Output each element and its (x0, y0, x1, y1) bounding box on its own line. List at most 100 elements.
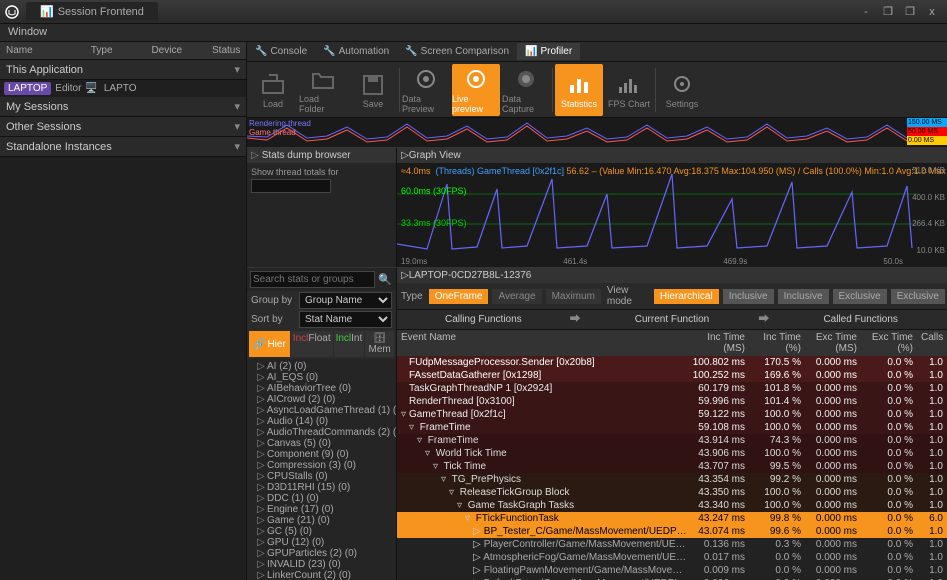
tree-item[interactable]: ▷AI_EQS (0) (249, 372, 394, 383)
maximize-button[interactable]: ❐ (878, 4, 898, 20)
col-current: Current Function (586, 310, 759, 329)
table-row[interactable]: FAssetDataGatherer [0x1298]100.252 ms169… (397, 369, 947, 382)
table-row[interactable]: ▿ FTickFunctionTask43.247 ms99.8 %0.000 … (397, 512, 947, 525)
wrench-icon: 🔧 (323, 46, 335, 57)
timeline-legend: 150.00 MS50.00 MS0.00 MS (907, 118, 947, 146)
toolbar: Load Load Folder Save Data Preview Live … (247, 62, 947, 118)
tree-item[interactable]: ▷CPUStalls (0) (249, 471, 394, 482)
tree-item[interactable]: ▷AICrowd (2) (0) (249, 394, 394, 405)
table-row[interactable]: ▿ TG_PrePhysics43.354 ms99.2 %0.000 ms0.… (397, 473, 947, 486)
app-laptop-badge: LAPTOP (4, 82, 51, 95)
tab-console[interactable]: 🔧Console (247, 43, 315, 60)
btn-average[interactable]: Average (492, 289, 541, 304)
ms-label: ≈4.0ms (401, 166, 430, 176)
ue-logo (4, 4, 20, 20)
tree-item[interactable]: ▷LinkerCount (2) (0) (249, 570, 394, 580)
btn-float[interactable]: InclFloat (291, 331, 333, 357)
tool-livepreview[interactable]: Live preview (452, 64, 500, 116)
my-sessions[interactable]: My Sessions▾ (0, 97, 246, 117)
wrench-icon: 🔧 (405, 46, 417, 57)
btn-oneframe[interactable]: OneFrame (429, 289, 489, 304)
tree-item[interactable]: ▷GPU (12) (0) (249, 537, 394, 548)
btn-maximum[interactable]: Maximum (546, 289, 601, 304)
table-row[interactable]: ▷ BP_Tester_C/Game/MassMovement/UEDPIE_0… (397, 525, 947, 538)
other-sessions[interactable]: Other Sessions▾ (0, 117, 246, 137)
table-row[interactable]: ▷ FloatingPawnMovement/Game/MassMovement… (397, 564, 947, 577)
menubar[interactable]: Window (0, 24, 947, 42)
tree-item[interactable]: ▷Engine (17) (0) (249, 504, 394, 515)
tool-save[interactable]: Save (349, 64, 397, 116)
tab-profiler[interactable]: 📊Profiler (517, 43, 580, 60)
tree-item[interactable]: ▷Audio (14) (0) (249, 416, 394, 427)
app-row[interactable]: LAPTOP Editor 🖥️ LAPTO (0, 80, 246, 97)
tree-item[interactable]: ▷GPUParticles (2) (0) (249, 548, 394, 559)
btn-vm-inc2[interactable]: Inclusive (778, 289, 829, 304)
close-button[interactable]: x (922, 4, 942, 20)
this-app-header[interactable]: This Application▾ (0, 60, 246, 80)
btn-hier[interactable]: 🔗Hier (249, 331, 290, 357)
tree-item[interactable]: ▷Compression (3) (0) (249, 460, 394, 471)
tree-item[interactable]: ▷AsyncLoadGameThread (1) (0) (249, 405, 394, 416)
graph-view[interactable]: ▷Graph View ≈4.0ms (Threads) GameThread … (397, 148, 947, 267)
tree-item[interactable]: ▷Game (21) (0) (249, 515, 394, 526)
tab-automation[interactable]: 🔧Automation (315, 43, 397, 60)
stats-tree[interactable]: ▷AI (2) (0)▷AI_EQS (0)▷AIBehaviorTree (0… (247, 359, 396, 580)
restore-button[interactable]: ❐ (900, 4, 920, 20)
table-row[interactable]: ▿ FrameTime43.914 ms74.3 %0.000 ms0.0 %1… (397, 434, 947, 447)
table-row[interactable]: ▿ FrameTime59.108 ms100.0 %0.000 ms0.0 %… (397, 421, 947, 434)
tool-settings[interactable]: Settings (658, 64, 706, 116)
table-row[interactable]: ▿GameThread [0x2f1c]59.122 ms100.0 %0.00… (397, 408, 947, 421)
search-input[interactable] (250, 271, 375, 288)
tree-item[interactable]: ▷GC (5) (0) (249, 526, 394, 537)
tree-item[interactable]: ▷D3D11RHI (15) (0) (249, 482, 394, 493)
tool-loadfolder[interactable]: Load Folder (299, 64, 347, 116)
table-row[interactable]: TaskGraphThreadNP 1 [0x2924]60.179 ms101… (397, 382, 947, 395)
chart-icon: 📊 (525, 46, 537, 57)
table-row[interactable]: ▷ PlayerController/Game/MassMovement/UED… (397, 538, 947, 551)
stats-column: 🔍 Group byGroup Name Sort byStat Name 🔗H… (247, 268, 397, 580)
tree-item[interactable]: ▷AI (2) (0) (249, 361, 394, 372)
table-row[interactable]: ▿ ReleaseTickGroup Block43.350 ms100.0 %… (397, 486, 947, 499)
table-row[interactable]: FUdpMessageProcessor.Sender [0x20b8]100.… (397, 356, 947, 369)
table-row[interactable]: RenderThread [0x3100]59.996 ms101.4 %0.0… (397, 395, 947, 408)
chart-icon: 📊 (40, 5, 54, 18)
table-row[interactable]: ▿ World Tick Time43.906 ms100.0 %0.000 m… (397, 447, 947, 460)
table-row[interactable]: ▿ Game TaskGraph Tasks43.340 ms100.0 %0.… (397, 499, 947, 512)
profiler-pane: ▷LAPTOP-0CD27B8L-12376 Type OneFrame Ave… (397, 268, 947, 580)
tool-datacapture[interactable]: Data Capture (502, 64, 550, 116)
table-row[interactable]: ▷ AtmosphericFog/Game/MassMovement/UEDPI… (397, 551, 947, 564)
tool-fpschart[interactable]: FPS Chart (605, 64, 653, 116)
editor-icon: 🖥️ (85, 83, 97, 94)
sortby-select[interactable]: Stat Name (299, 311, 392, 328)
minimize-button[interactable]: - (856, 4, 876, 20)
groupby-select[interactable]: Group Name (299, 292, 392, 309)
tree-item[interactable]: ▷AudioThreadCommands (2) (0) (249, 427, 394, 438)
tree-item[interactable]: ▷Canvas (5) (0) (249, 438, 394, 449)
btn-vm-exc2[interactable]: Exclusive (891, 289, 945, 304)
tool-statistics[interactable]: Statistics (555, 64, 603, 116)
tree-item[interactable]: ▷INVALID (23) (0) (249, 559, 394, 570)
tool-datapreview[interactable]: Data Preview (402, 64, 450, 116)
tab-screencompare[interactable]: 🔧Screen Comparison (397, 43, 517, 60)
stats-dump-header[interactable]: ▷Stats dump browser (247, 148, 396, 163)
render-thread-label: Rendering thread (249, 119, 311, 128)
chevron-down-icon: ▾ (234, 63, 240, 76)
standalone[interactable]: Standalone Instances▾ (0, 137, 246, 157)
btn-vm-inc[interactable]: Inclusive (723, 289, 774, 304)
stats-dump-panel: ▷Stats dump browser Show thread totals f… (247, 148, 397, 267)
tree-item[interactable]: ▷AIBehaviorTree (0) (249, 383, 394, 394)
tree-item[interactable]: ▷Component (9) (0) (249, 449, 394, 460)
btn-vm-exc[interactable]: Exclusive (833, 289, 887, 304)
tree-item[interactable]: ▷DDC (1) (0) (249, 493, 394, 504)
thread-totals-input[interactable] (251, 179, 331, 193)
col-calling: Calling Functions (397, 310, 570, 329)
session-tab[interactable]: 📊Session Frontend (26, 2, 158, 21)
event-table[interactable]: Event Name Inc Time (MS) Inc Time (%) Ex… (397, 330, 947, 580)
game-thread-label: Game thread (249, 128, 296, 137)
table-row[interactable]: ▿ Tick Time43.707 ms99.5 %0.000 ms0.0 %1… (397, 460, 947, 473)
btn-vm-hier[interactable]: Hierarchical (654, 289, 719, 304)
btn-int[interactable]: InclInt (334, 331, 365, 357)
tool-load[interactable]: Load (249, 64, 297, 116)
timeline[interactable]: Rendering thread Game thread 150.00 MS50… (247, 118, 947, 148)
btn-mem[interactable]: 🗄Mem (365, 331, 394, 357)
